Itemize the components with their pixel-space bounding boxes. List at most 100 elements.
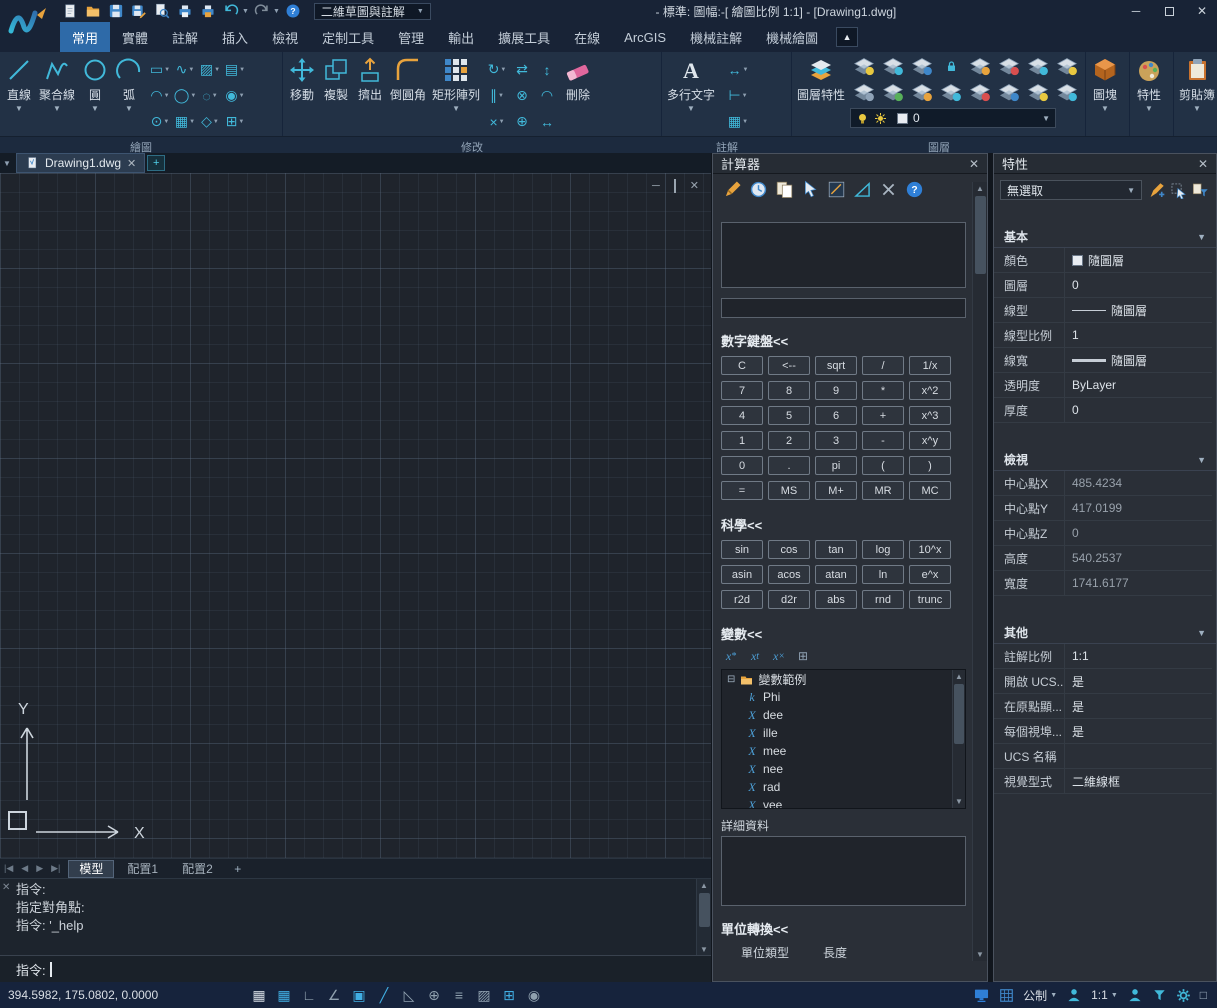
ribbon-button-erase[interactable]: 刪除 (561, 54, 595, 134)
variable-item-dee[interactable]: X dee (722, 706, 965, 724)
ribbon-tab-插入[interactable]: 插入 (210, 22, 260, 52)
ribbon-tab-機械註解[interactable]: 機械註解 (678, 22, 754, 52)
document-tab[interactable]: Drawing1.dwg ✕ (16, 153, 145, 173)
scroll-down-icon[interactable]: ▼ (973, 948, 987, 961)
layer-on-all-icon[interactable] (966, 54, 994, 79)
trim-icon[interactable]: ×▼ (485, 109, 509, 134)
numpad-button-_[interactable]: / (862, 356, 904, 375)
rectangle-icon[interactable]: ▭▼ (148, 57, 172, 82)
scientific-button-abs[interactable]: abs (815, 590, 857, 609)
numpad-button-M_[interactable]: M+ (815, 481, 857, 500)
ortho-mode-icon[interactable]: ∟ (298, 985, 320, 1005)
get-coordinates-icon[interactable] (799, 178, 821, 200)
variable-item-vee[interactable]: X vee (722, 796, 965, 809)
property-value[interactable] (1064, 744, 1212, 768)
layer-freeze-icon[interactable] (908, 54, 936, 79)
command-history[interactable]: ✕ 指令:指定對角點:指令: '_help ▲ ▼ (0, 878, 711, 955)
layer-isolate-icon[interactable] (879, 54, 907, 79)
numpad-button-_[interactable]: = (721, 481, 763, 500)
variable-item-Phi[interactable]: k Phi (722, 688, 965, 706)
layer-unisolate-icon[interactable] (1053, 80, 1081, 105)
transparency-icon[interactable]: ▨ (473, 985, 495, 1005)
numpad-button-_[interactable]: ) (909, 456, 951, 475)
object-snap-tracking-icon[interactable]: ╱ (373, 985, 395, 1005)
scroll-up-icon[interactable]: ▲ (953, 670, 965, 683)
numpad-button-MS[interactable]: MS (768, 481, 810, 500)
gear-icon[interactable] (1176, 988, 1191, 1003)
measure-angle-icon[interactable] (851, 178, 873, 200)
dimension-icon[interactable]: ↔▼ (720, 57, 756, 82)
numpad-button-sqrt[interactable]: sqrt (815, 356, 857, 375)
help-icon[interactable]: ? (283, 2, 303, 20)
scientific-button-log[interactable]: log (862, 540, 904, 559)
numpad-button-4[interactable]: 4 (721, 406, 763, 425)
layer-merge-icon[interactable] (937, 80, 965, 105)
layer-copy-icon[interactable] (995, 80, 1023, 105)
scientific-button-rnd[interactable]: rnd (862, 590, 904, 609)
ribbon-tab-機械繪圖[interactable]: 機械繪圖 (754, 22, 830, 52)
workspace-switching-icon[interactable] (973, 987, 990, 1004)
ribbon-button-block[interactable]: 圖塊 ▼ (1088, 54, 1122, 134)
scientific-button-cos[interactable]: cos (768, 540, 810, 559)
redo-icon[interactable] (252, 2, 272, 20)
save-file-icon[interactable] (106, 2, 126, 20)
annotation-scale-dropdown[interactable]: 1:1 ▼ (1091, 988, 1118, 1002)
fillet-small-icon[interactable]: ◠ (535, 83, 559, 108)
explode-icon[interactable]: ⊗ (510, 83, 534, 108)
layout-tab-模型[interactable]: 模型 (68, 860, 114, 878)
property-value[interactable]: 485.4234 (1064, 471, 1212, 495)
ribbon-button-clipboard[interactable]: 剪貼簿 ▼ (1176, 54, 1217, 134)
next-layout-icon[interactable]: ▶ (32, 863, 47, 874)
tab-list-icon[interactable]: ▼ (0, 159, 14, 168)
paste-value-icon[interactable] (773, 178, 795, 200)
scientific-header[interactable]: 科學<< (721, 515, 970, 534)
ellipse-icon[interactable]: ◯▼ (173, 83, 197, 108)
ribbon-button-draw-0[interactable]: 直線 ▼ (2, 54, 36, 134)
doc-restore-button[interactable] (674, 180, 676, 192)
plot-icon[interactable] (175, 2, 195, 20)
variable-item-nee[interactable]: X nee (722, 760, 965, 778)
property-value[interactable]: 是 (1064, 719, 1212, 743)
property-value[interactable]: 417.0199 (1064, 496, 1212, 520)
tree-scrollbar[interactable]: ▲ ▼ (952, 670, 965, 808)
ribbon-button-mtext[interactable]: A 多行文字 ▼ (664, 54, 718, 134)
ribbon-button-layer-properties[interactable]: 圖層特性 (794, 54, 848, 134)
scroll-up-icon[interactable]: ▲ (697, 879, 711, 892)
new-layout-button[interactable]: + (230, 862, 246, 876)
filter-icon[interactable] (1152, 988, 1167, 1003)
auto-annotation-icon[interactable] (1127, 987, 1143, 1003)
ribbon-tab-實體[interactable]: 實體 (110, 22, 160, 52)
numpad-button-6[interactable]: 6 (815, 406, 857, 425)
selection-dropdown[interactable]: 無選取 ▼ (1000, 180, 1142, 200)
ribbon-tab-管理[interactable]: 管理 (386, 22, 436, 52)
polar-tracking-icon[interactable]: ∠ (323, 985, 345, 1005)
command-input[interactable]: 指令: (0, 955, 711, 982)
wipeout-icon[interactable]: ◇▼ (198, 109, 222, 134)
selection-cycling-icon[interactable]: ⊞ (498, 985, 520, 1005)
ribbon-tab-常用[interactable]: 常用 (60, 22, 110, 52)
ribbon-tab-定制工具[interactable]: 定制工具 (310, 22, 386, 52)
property-value[interactable]: 1:1 (1064, 644, 1212, 668)
edit-variable-icon[interactable]: xt (745, 647, 765, 665)
layer-dropdown[interactable]: 0 ▼ (850, 108, 1056, 128)
property-value[interactable]: 540.2537 (1064, 546, 1212, 570)
ribbon-button-draw-3[interactable]: 弧 ▼ (112, 54, 146, 134)
layer-lock-icon[interactable] (937, 54, 965, 79)
numpad-button-x_2[interactable]: x^2 (909, 381, 951, 400)
numpad-button-5[interactable]: 5 (768, 406, 810, 425)
grid-display-icon[interactable]: ▦ (248, 985, 270, 1005)
layout-tab-配置1[interactable]: 配置1 (116, 860, 169, 878)
new-variable-icon[interactable]: x* (721, 647, 741, 665)
offset-icon[interactable]: ∥▼ (485, 83, 509, 108)
help-icon[interactable]: ? (903, 178, 925, 200)
ribbon-tab-註解[interactable]: 註解 (160, 22, 210, 52)
scientific-button-atan[interactable]: atan (815, 565, 857, 584)
layer-unlock-icon[interactable] (1053, 54, 1081, 79)
ribbon-button-properties[interactable]: 特性 ▼ (1132, 54, 1166, 134)
ribbon-button-modify-0[interactable]: 移動 (285, 54, 319, 134)
scientific-button-10_x[interactable]: 10^x (909, 540, 951, 559)
units-dropdown[interactable]: 公制 ▼ (1023, 987, 1057, 1004)
doc-close-button[interactable]: ✕ (690, 179, 699, 192)
properties-section-header-2[interactable]: 其他 ▼ (994, 622, 1216, 644)
publish-icon[interactable] (198, 2, 218, 20)
